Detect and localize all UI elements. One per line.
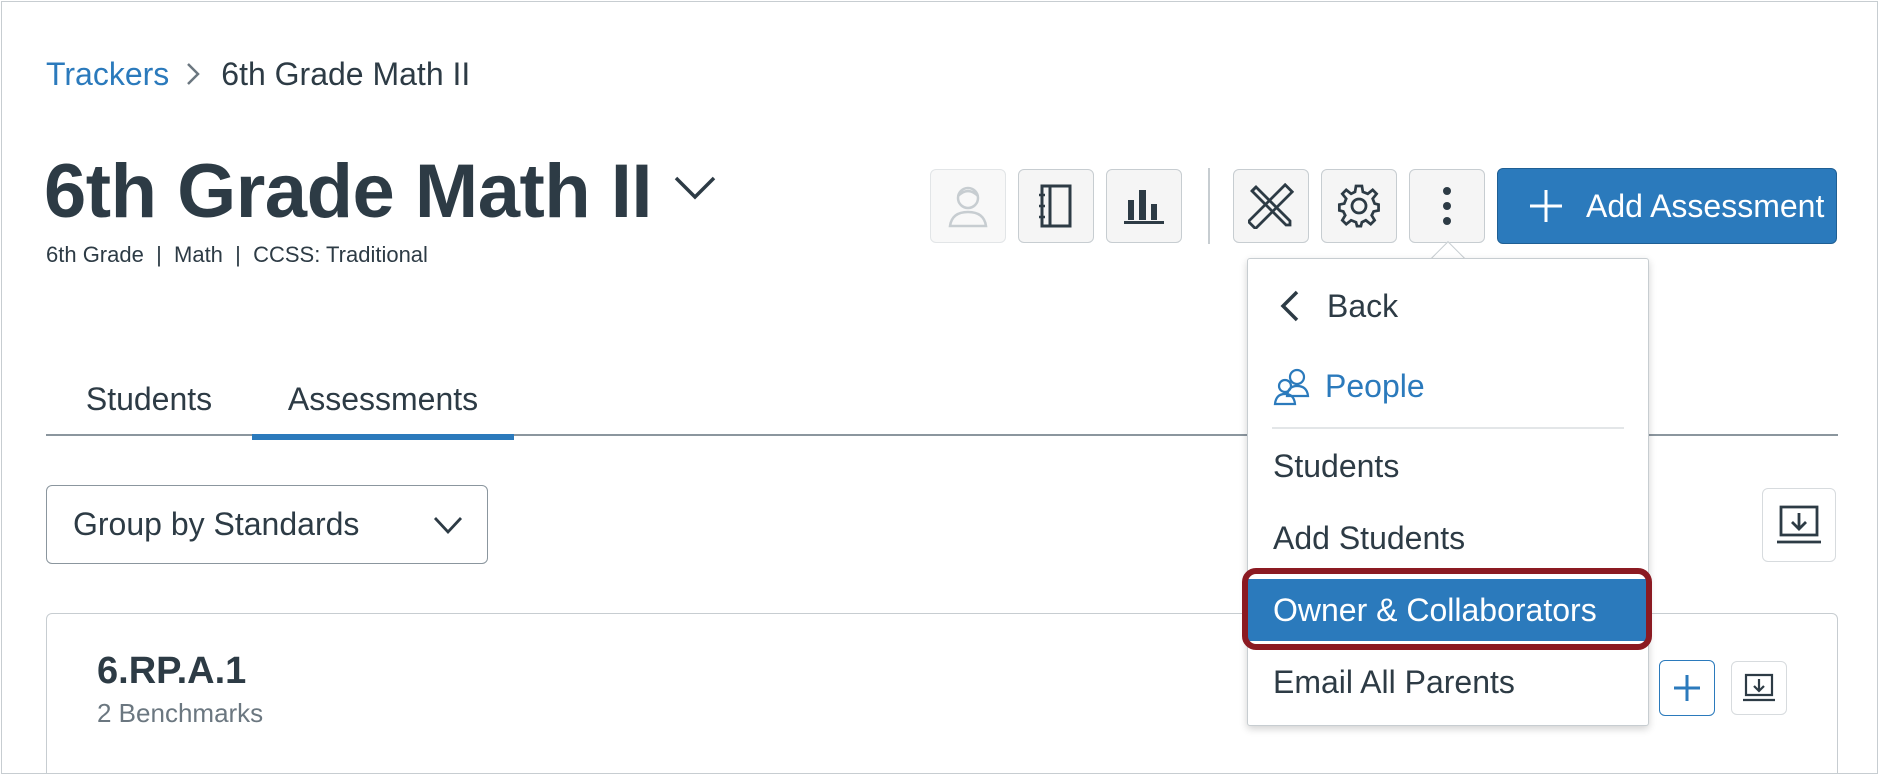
- plus-icon: [1674, 675, 1700, 701]
- tools-button[interactable]: [1233, 169, 1309, 243]
- tab-students[interactable]: Students: [46, 362, 252, 436]
- download-icon: [1743, 673, 1775, 702]
- settings-button[interactable]: [1321, 169, 1397, 243]
- app-frame: Trackers 6th Grade Math II 6th Grade Mat…: [1, 1, 1878, 774]
- tracker-switcher-chevron-down-icon[interactable]: [672, 170, 718, 206]
- chevron-right-icon: [173, 54, 213, 94]
- benchmark-count: 2 Benchmarks: [97, 698, 264, 728]
- bar-chart-icon: [1124, 190, 1164, 224]
- menu-section-label: People: [1325, 367, 1425, 404]
- menu-back-item[interactable]: Back: [1248, 275, 1648, 337]
- notebook-icon: [1039, 184, 1072, 228]
- chevron-left-icon: [1280, 290, 1299, 322]
- toolbar-divider: [1208, 168, 1210, 244]
- standard-download-button[interactable]: [1731, 661, 1787, 715]
- add-benchmark-button[interactable]: [1659, 660, 1715, 716]
- gear-icon: [1337, 184, 1380, 228]
- options-menu: Back People Students Add Students Owner …: [1247, 258, 1649, 726]
- student-view-button: [930, 169, 1006, 243]
- gradebook-button[interactable]: [1018, 169, 1094, 243]
- reports-button[interactable]: [1106, 169, 1182, 243]
- standard-code: 6.RP.A.1: [97, 650, 247, 692]
- menu-section-people: People: [1248, 355, 1648, 417]
- group-by-select[interactable]: Group by Standards: [46, 485, 488, 564]
- menu-item-add-students[interactable]: Add Students: [1248, 507, 1648, 569]
- menu-back-label: Back: [1327, 287, 1399, 324]
- breadcrumb: Trackers 6th Grade Math II: [46, 54, 470, 94]
- breadcrumb-trackers-link[interactable]: Trackers: [46, 56, 169, 93]
- menu-item-students[interactable]: Students: [1248, 435, 1648, 497]
- menu-item-email-all-parents[interactable]: Email All Parents: [1248, 651, 1648, 713]
- more-options-button[interactable]: [1409, 169, 1485, 243]
- plus-icon: [1530, 190, 1562, 222]
- breadcrumb-current: 6th Grade Math II: [221, 55, 471, 92]
- page-subtitle: 6th Grade | Math | CCSS: Traditional: [46, 242, 428, 267]
- people-icon: [1273, 368, 1310, 406]
- page-title: 6th Grade Math II: [44, 149, 653, 234]
- add-assessment-label: Add Assessment: [1586, 187, 1825, 224]
- menu-divider: [1272, 427, 1624, 429]
- more-vertical-icon: [1443, 187, 1451, 225]
- student-view-icon: [948, 186, 988, 228]
- ruler-pencil-icon: [1248, 183, 1294, 229]
- callout-highlight-ring: [1242, 568, 1652, 650]
- add-assessment-button[interactable]: Add Assessment: [1497, 168, 1837, 244]
- download-icon: [1777, 505, 1821, 544]
- chevron-down-icon: [433, 517, 463, 535]
- group-by-select-value: Group by Standards: [73, 506, 360, 542]
- download-button[interactable]: [1762, 488, 1836, 562]
- tab-assessments[interactable]: Assessments: [252, 362, 514, 440]
